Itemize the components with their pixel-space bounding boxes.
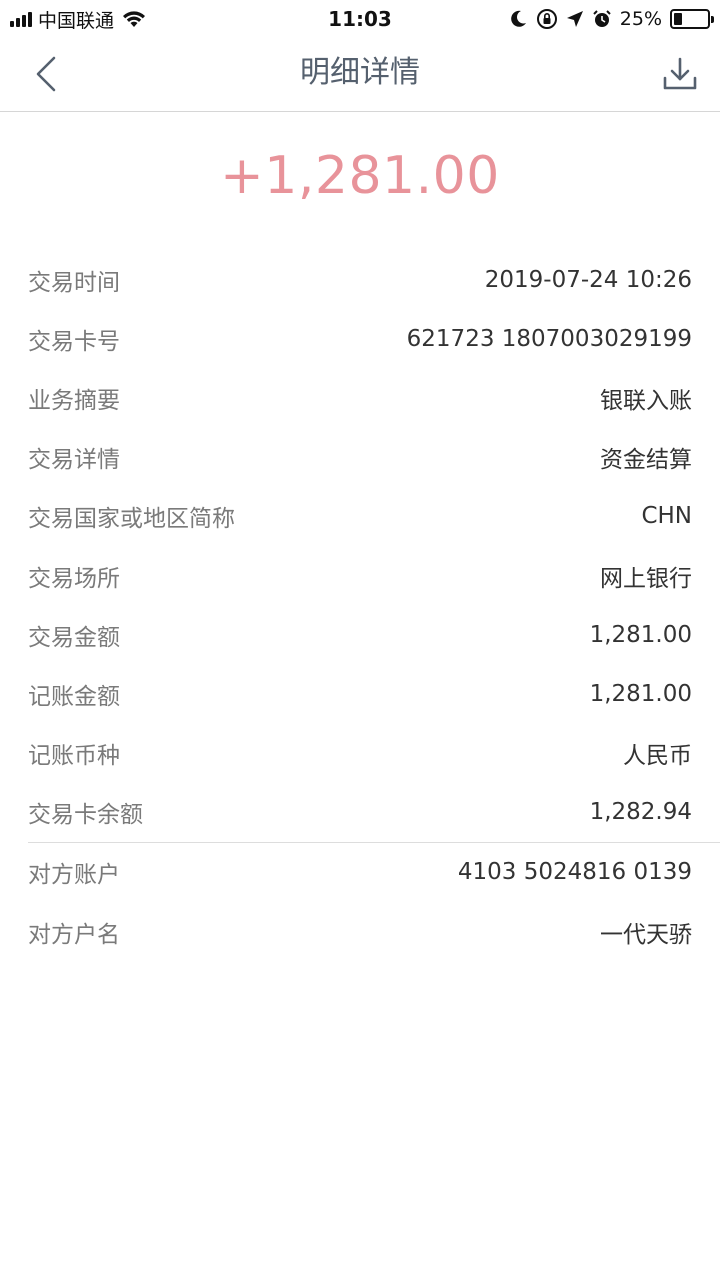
detail-label: 交易金额 — [28, 624, 120, 651]
detail-row-counterparty-account: 对方账户 4103 5024816 0139 — [0, 843, 720, 902]
detail-value: 资金结算 — [600, 447, 692, 474]
detail-row-country: 交易国家或地区简称 CHN — [0, 487, 720, 546]
detail-label: 交易时间 — [28, 269, 120, 296]
nav-bar: 明细详情 — [0, 38, 720, 112]
detail-row-card-balance: 交易卡余额 1,282.94 — [0, 783, 720, 842]
detail-label: 记账金额 — [28, 683, 120, 710]
detail-row-venue: 交易场所 网上银行 — [0, 546, 720, 605]
carrier-name: 中国联通 — [38, 9, 115, 32]
detail-value: CHN — [641, 503, 692, 530]
download-icon — [663, 57, 697, 90]
detail-value: 1,281.00 — [589, 621, 692, 648]
moon-icon — [510, 10, 526, 27]
detail-row-currency: 记账币种 人民币 — [0, 724, 720, 783]
detail-label: 对方账户 — [28, 862, 120, 889]
detail-label: 业务摘要 — [28, 387, 120, 414]
rotation-lock-icon — [536, 9, 557, 29]
detail-value: 一代天骄 — [600, 921, 692, 948]
detail-label: 交易详情 — [28, 447, 120, 474]
page-title: 明细详情 — [300, 55, 420, 90]
detail-row-transaction-amount: 交易金额 1,281.00 — [0, 605, 720, 664]
detail-value: 621723 1807003029199 — [406, 325, 692, 352]
detail-list: 交易时间 2019-07-24 10:26 交易卡号 621723 180700… — [0, 250, 720, 961]
wifi-icon — [123, 11, 146, 27]
back-button[interactable] — [28, 54, 64, 94]
detail-row-transaction-time: 交易时间 2019-07-24 10:26 — [0, 250, 720, 309]
location-icon — [566, 11, 583, 27]
download-button[interactable] — [660, 54, 700, 94]
detail-value: 1,282.94 — [589, 799, 692, 826]
detail-label: 交易国家或地区简称 — [28, 506, 235, 533]
status-bar: 中国联通 11:03 25% — [0, 0, 720, 38]
detail-label: 记账币种 — [28, 743, 120, 770]
detail-row-details: 交易详情 资金结算 — [0, 428, 720, 487]
detail-value: 4103 5024816 0139 — [457, 859, 692, 886]
detail-label: 交易卡号 — [28, 328, 120, 355]
transaction-amount: +1,281.00 — [220, 146, 500, 206]
detail-label: 交易卡余额 — [28, 802, 143, 829]
detail-row-counterparty-name: 对方户名 一代天骄 — [0, 902, 720, 961]
battery-percent: 25% — [619, 8, 662, 30]
detail-value: 人民币 — [623, 743, 692, 770]
chevron-left-icon — [36, 56, 56, 92]
status-left: 中国联通 — [10, 0, 146, 38]
detail-row-summary: 业务摘要 银联入账 — [0, 368, 720, 427]
detail-row-posted-amount: 记账金额 1,281.00 — [0, 664, 720, 723]
detail-label: 交易场所 — [28, 565, 120, 592]
detail-label: 对方户名 — [28, 921, 120, 948]
detail-value: 银联入账 — [600, 387, 692, 414]
alarm-icon — [593, 10, 611, 27]
status-right: 25% — [508, 0, 714, 38]
detail-value: 2019-07-24 10:26 — [484, 266, 692, 293]
detail-row-card-number: 交易卡号 621723 1807003029199 — [0, 309, 720, 368]
detail-value: 1,281.00 — [589, 680, 692, 707]
battery-level — [674, 13, 682, 25]
signal-icon — [10, 11, 32, 27]
battery-icon — [670, 9, 714, 29]
detail-value: 网上银行 — [600, 565, 692, 592]
